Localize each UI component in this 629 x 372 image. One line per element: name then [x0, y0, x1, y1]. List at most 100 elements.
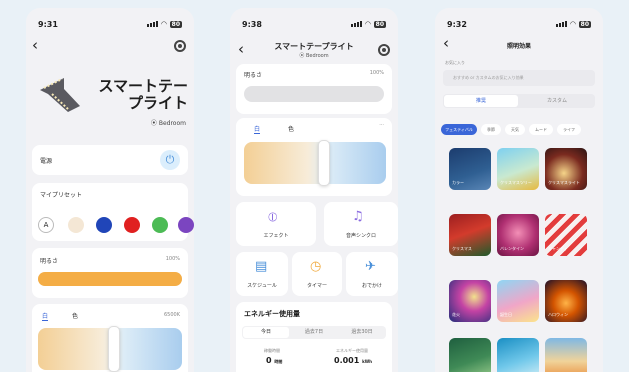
signal-icon — [351, 21, 363, 27]
effect-thumb[interactable] — [497, 338, 539, 372]
runtime-unit: 時間 — [274, 359, 283, 364]
effect-thumb[interactable] — [545, 338, 587, 372]
brightness-label: 明るさ — [244, 72, 263, 79]
settings-icon[interactable] — [378, 44, 390, 56]
energy-usage-value: 0.001 kWh — [334, 356, 372, 365]
status-icons: ◠ 80 — [351, 20, 386, 28]
preset-swatch-3[interactable] — [124, 217, 140, 233]
page-title: スマートテープライト — [274, 42, 354, 51]
status-icons: ◠ 80 — [556, 20, 591, 28]
brightness-card: 明るさ 100% — [32, 248, 188, 298]
runtime-number: 0 — [266, 356, 272, 365]
color-temp-knob[interactable] — [318, 140, 330, 186]
phone-screen-detail: 9:38 ◠ 80 ‹ スマートテープライト ⦿ Bedroom 明るさ 100… — [230, 8, 398, 372]
tab-white[interactable]: 白 — [254, 124, 261, 134]
brightness-value: 100% — [165, 256, 180, 262]
energy-tab-7days[interactable]: 過去7日 — [291, 327, 337, 338]
preset-swatch-1[interactable] — [68, 217, 84, 233]
brightness-slider[interactable] — [244, 86, 384, 102]
effect-label: キャンディ — [548, 246, 568, 251]
settings-icon[interactable] — [174, 40, 186, 52]
music-icon: ♫ — [352, 209, 364, 224]
device-title-line1: スマートテー — [98, 77, 188, 95]
tab-recommended[interactable]: 推奨 — [444, 95, 518, 107]
room-name: Bedroom — [158, 120, 186, 127]
effect-thumb[interactable]: カラー — [449, 148, 491, 190]
wifi-icon: ◠ — [365, 20, 371, 28]
signal-icon — [556, 21, 568, 27]
preset-swatch-4[interactable] — [152, 217, 168, 233]
effect-icon: ⦶ — [268, 210, 278, 225]
back-icon[interactable]: ‹ — [32, 38, 38, 53]
timer-icon: ◷ — [310, 259, 322, 274]
effect-label: 誕生日 — [500, 312, 512, 317]
color-card: 白 色 6500K — [32, 304, 188, 372]
runtime-label: 稼働時間 — [264, 348, 280, 353]
tab-custom[interactable]: カスタム — [520, 95, 594, 107]
clock: 9:32 — [447, 19, 467, 29]
power-card: 電源 ⏻ — [32, 145, 188, 175]
preset-auto[interactable]: A — [38, 217, 54, 233]
status-icons: ◠ 80 — [147, 20, 182, 28]
function-timer[interactable]: ◷ タイマー — [292, 252, 342, 296]
function-music-sync[interactable]: ♫ 音声シンクロ — [324, 202, 398, 246]
function-away[interactable]: ✈ おでかけ — [346, 252, 398, 296]
clock: 9:31 — [38, 19, 58, 29]
preset-swatch-5[interactable] — [178, 217, 194, 233]
effect-thumb[interactable]: キャンディ — [545, 214, 587, 256]
power-label: 電源 — [40, 158, 53, 165]
brightness-slider[interactable] — [38, 272, 182, 286]
effect-label: クリスマスライト — [548, 180, 580, 185]
wifi-icon: ◠ — [161, 20, 167, 28]
phone-screen-effects: 9:32 ◠ 80 ‹ 照明効果 お気に入り おすすめ or カスタムのお気に入… — [435, 8, 603, 372]
energy-title: エネルギー使用量 — [244, 310, 300, 318]
effect-label: 花火 — [452, 312, 460, 317]
schedule-icon: ▤ — [255, 259, 268, 274]
effect-label: クリスマスツリー — [500, 180, 532, 185]
status-bar: 9:31 ◠ 80 — [38, 18, 182, 30]
page-title: 照明効果 — [506, 43, 531, 50]
effect-thumb[interactable]: クリスマス — [449, 214, 491, 256]
effect-thumb[interactable]: 誕生日 — [497, 280, 539, 322]
category-mood[interactable]: ムード — [529, 124, 553, 135]
effect-thumb[interactable]: バレンタイン — [497, 214, 539, 256]
category-life[interactable]: ライフ — [557, 124, 581, 135]
favorites-label: お気に入り — [445, 60, 465, 65]
clock: 9:38 — [242, 19, 262, 29]
effect-thumb[interactable]: クリスマスツリー — [497, 148, 539, 190]
brightness-value: 100% — [369, 70, 384, 76]
preset-label: マイプリセット — [40, 192, 83, 199]
favorites-placeholder: おすすめ or カスタムのお気に入り効果 — [453, 75, 524, 80]
category-season[interactable]: 季節 — [481, 124, 501, 135]
more-icon[interactable]: ··· — [379, 122, 384, 128]
power-toggle[interactable]: ⏻ — [160, 150, 180, 170]
effect-thumb[interactable]: ハロウィン — [545, 280, 587, 322]
color-temp-value: 6500K — [163, 312, 180, 318]
preset-card: マイプリセット A — [32, 183, 194, 241]
color-temp-knob[interactable] — [108, 326, 120, 372]
away-icon: ✈ — [365, 259, 376, 274]
favorites-field[interactable]: おすすめ or カスタムのお気に入り効果 — [443, 70, 595, 86]
tab-white[interactable]: 白 — [42, 311, 49, 321]
energy-usage-label: エネルギー使用量 — [336, 348, 368, 353]
effect-tabs: 推奨 カスタム — [443, 94, 595, 108]
color-temp-slider[interactable] — [244, 142, 386, 184]
effect-thumb[interactable]: 花火 — [449, 280, 491, 322]
preset-swatch-2[interactable] — [96, 217, 112, 233]
battery-icon: 80 — [169, 20, 182, 28]
effect-thumb[interactable]: クリスマスライト — [545, 148, 587, 190]
energy-tab-30days[interactable]: 過去30日 — [339, 327, 385, 338]
brightness-label: 明るさ — [40, 258, 59, 265]
location-pin-icon: ⦿ — [299, 53, 305, 59]
device-title-line2: プライト — [127, 94, 188, 112]
function-schedule[interactable]: ▤ スケジュール — [236, 252, 288, 296]
category-festival[interactable]: フェスティバル — [441, 124, 477, 135]
status-bar: 9:38 ◠ 80 — [242, 18, 386, 30]
room-label: ⦿ Bedroom — [151, 118, 186, 127]
tab-color[interactable]: 色 — [72, 311, 78, 320]
effect-thumb[interactable] — [449, 338, 491, 372]
category-weather[interactable]: 天気 — [505, 124, 525, 135]
tab-color[interactable]: 色 — [288, 124, 294, 133]
energy-tab-today[interactable]: 今日 — [243, 327, 289, 338]
function-effect[interactable]: ⦶ エフェクト — [236, 202, 316, 246]
